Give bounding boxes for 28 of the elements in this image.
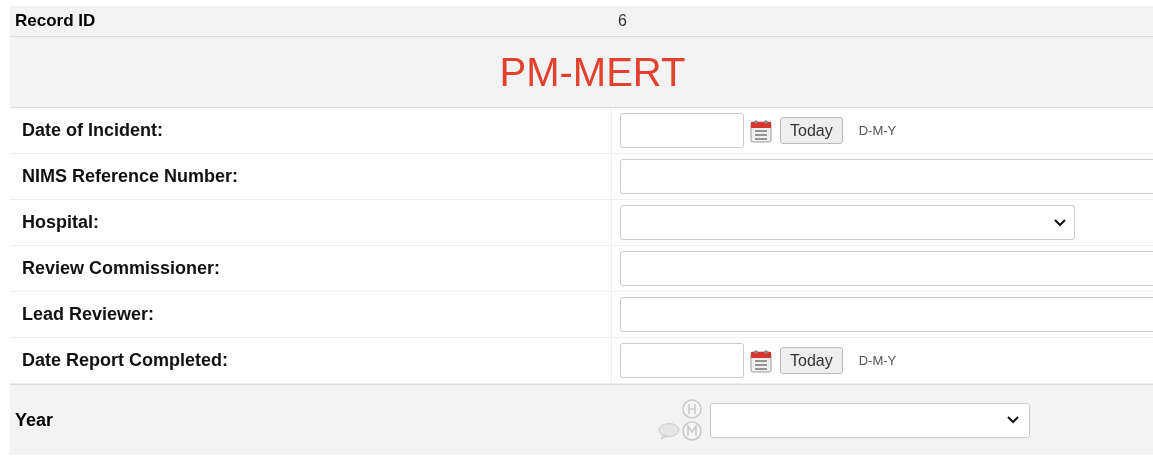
missing-data-icon[interactable]	[682, 421, 702, 441]
text-input[interactable]	[620, 251, 1153, 286]
field-label: Date Report Completed:	[10, 338, 612, 383]
chevron-down-icon	[1054, 218, 1066, 227]
comment-icon[interactable]	[658, 422, 680, 440]
field-label: Date of Incident:	[10, 108, 612, 153]
today-button[interactable]: Today	[780, 347, 843, 374]
field-label: Hospital:	[10, 200, 612, 245]
chevron-down-icon	[1007, 416, 1019, 424]
date-input[interactable]	[620, 343, 744, 378]
year-label: Year	[14, 408, 55, 432]
field-label: Lead Reviewer:	[10, 292, 612, 337]
form-title: PM-MERT	[498, 49, 686, 96]
field-label: NIMS Reference Number:	[10, 154, 612, 199]
text-input[interactable]	[620, 159, 1153, 194]
record-id-value: 6	[617, 11, 628, 31]
record-id-label: Record ID	[14, 10, 97, 33]
year-select[interactable]	[710, 402, 1030, 438]
date-format-hint: D-M-Y	[858, 351, 897, 370]
history-icon[interactable]	[682, 399, 702, 419]
today-button[interactable]: Today	[780, 117, 843, 144]
date-input[interactable]	[620, 113, 744, 148]
dropdown-select[interactable]	[620, 205, 1075, 240]
field-label: Review Commissioner:	[10, 246, 612, 291]
date-format-hint: D-M-Y	[858, 121, 897, 140]
text-input[interactable]	[620, 297, 1153, 332]
calendar-icon[interactable]	[750, 348, 772, 373]
calendar-icon[interactable]	[750, 118, 772, 143]
